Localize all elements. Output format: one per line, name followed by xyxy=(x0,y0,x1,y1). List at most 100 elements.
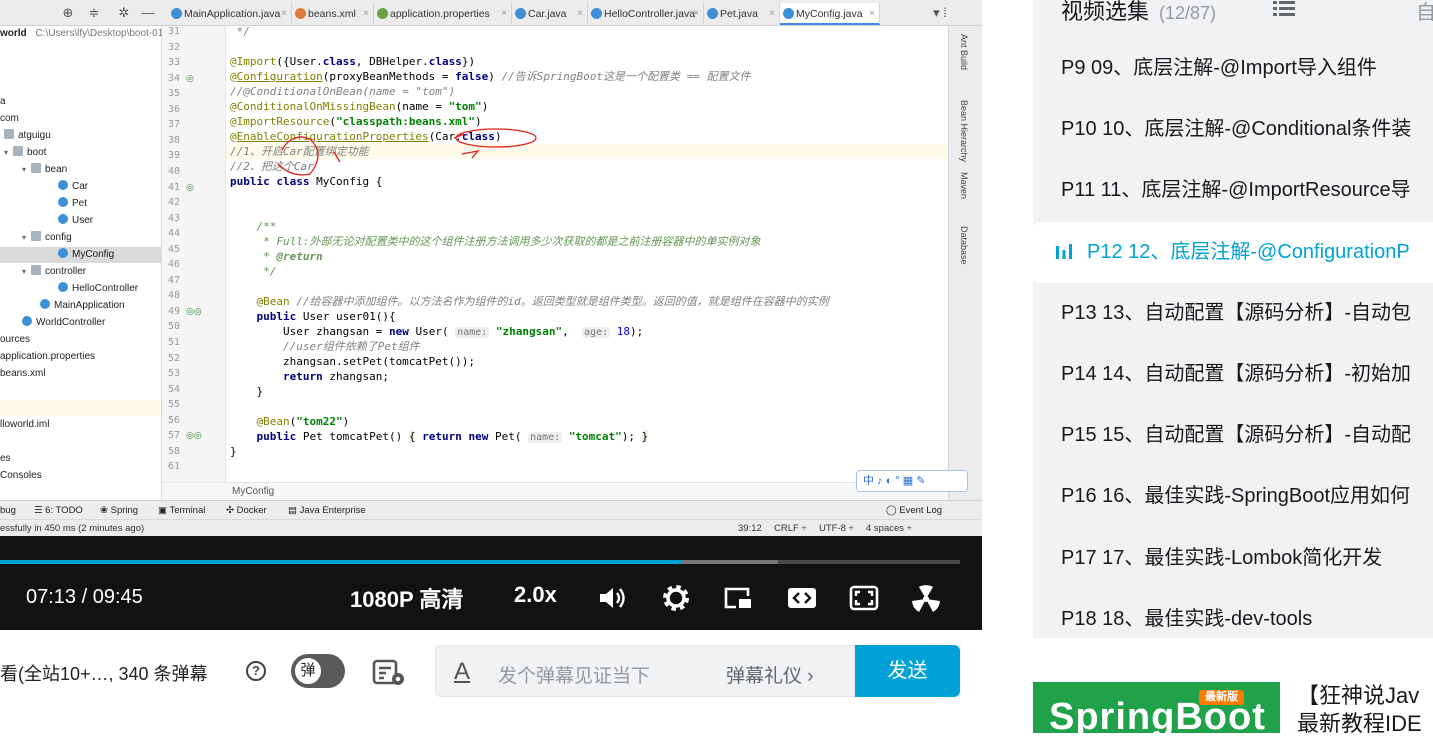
tree-item-label: MyConfig xyxy=(72,249,115,260)
expand-chevron-icon[interactable]: ▾ xyxy=(4,145,13,161)
recommendation-thumbnail[interactable]: SpringBoot 最新版 xyxy=(1033,682,1280,733)
tree-item[interactable] xyxy=(0,400,161,416)
volume-icon[interactable] xyxy=(596,582,628,614)
close-icon[interactable]: × xyxy=(281,3,287,25)
bean-gutter-icon[interactable]: ◎ xyxy=(186,73,194,84)
episode-item[interactable]: P13 13、自动配置【源码分析】-自动包 xyxy=(1033,283,1433,344)
expand-chevron-icon[interactable]: ▾ xyxy=(22,264,31,280)
bean-gutter-icon[interactable]: ◎◎ xyxy=(186,430,202,441)
tool-terminal[interactable]: ▣ Terminal xyxy=(158,501,205,520)
target-icon[interactable]: ⊕ xyxy=(60,5,76,21)
tool-todo[interactable]: ☰ 6: TODO xyxy=(34,501,83,520)
tree-item[interactable]: MyConfig xyxy=(0,247,161,263)
tree-item[interactable]: atguigu xyxy=(0,128,161,144)
episode-item[interactable]: P11 11、底层注解-@ImportResource导 xyxy=(1033,160,1433,221)
fullscreen-icon[interactable] xyxy=(848,582,880,614)
tree-item[interactable]: ▾ controller xyxy=(0,264,161,280)
tool-docker[interactable]: ✣ Docker xyxy=(226,501,267,520)
editor-tab[interactable]: application.properties × xyxy=(374,3,512,25)
close-icon[interactable]: × xyxy=(769,3,775,25)
tool-ant-build[interactable]: Ant Build xyxy=(959,34,969,70)
tool-event-log[interactable]: ◯ Event Log xyxy=(886,501,942,520)
episode-item[interactable]: P17 17、最佳实践-Lombok简化开发 xyxy=(1033,528,1433,589)
tool-database[interactable]: Database xyxy=(959,226,969,265)
send-button[interactable]: 发送 xyxy=(855,645,960,697)
tree-item[interactable]: Car xyxy=(0,179,161,195)
danmaku-input[interactable]: A 发个弹幕见证当下 弹幕礼仪 › xyxy=(435,645,855,697)
episode-item[interactable]: P12 12、底层注解-@ConfigurationP xyxy=(1033,221,1433,283)
episode-item[interactable]: P9 09、底层注解-@Import导入组件 xyxy=(1033,38,1433,99)
editor-tab[interactable]: HelloController.java × xyxy=(588,3,704,25)
editor-tab[interactable]: Car.java × xyxy=(512,3,588,25)
danmaku-settings-icon[interactable] xyxy=(372,658,408,688)
tree-item[interactable]: User xyxy=(0,213,161,229)
tree-item[interactable]: application.properties xyxy=(0,349,161,365)
episode-item[interactable]: P10 10、底层注解-@Conditional条件装 xyxy=(1033,99,1433,160)
pip-icon[interactable] xyxy=(722,582,754,614)
breadcrumb[interactable]: MyConfig xyxy=(162,482,948,500)
tree-item[interactable]: ources xyxy=(0,332,161,348)
danmaku-toggle[interactable]: 弹 xyxy=(291,654,345,688)
editor-tab[interactable]: MyConfig.java × xyxy=(780,3,880,25)
tool-maven[interactable]: Maven xyxy=(959,172,969,199)
tool-java-enterprise[interactable]: ▤ Java Enterprise xyxy=(288,501,366,520)
tree-item[interactable]: MainApplication xyxy=(0,298,161,314)
status-indent[interactable]: 4 spaces ÷ xyxy=(866,520,912,537)
tree-item[interactable]: ▾ config xyxy=(0,230,161,246)
close-icon[interactable]: × xyxy=(577,3,583,25)
sidebar-auto-toggle[interactable]: 自 xyxy=(1416,0,1433,25)
progress-bar[interactable] xyxy=(0,560,960,564)
episode-item[interactable]: P14 14、自动配置【源码分析】-初始加 xyxy=(1033,344,1433,405)
tree-item[interactable]: lloworld.iml xyxy=(0,417,161,433)
close-icon[interactable]: × xyxy=(363,3,369,25)
font-style-icon[interactable]: A xyxy=(454,658,470,686)
danmaku-etiquette-link[interactable]: 弹幕礼仪 › xyxy=(726,661,814,688)
tree-item[interactable] xyxy=(0,434,161,450)
episode-item[interactable]: P15 15、自动配置【源码分析】-自动配 xyxy=(1033,405,1433,466)
tool-bean-hierarchy[interactable]: Bean Hierarchy xyxy=(959,100,969,162)
episode-item[interactable]: P16 16、最佳实践-SpringBoot应用如何 xyxy=(1033,466,1433,527)
list-view-icon[interactable] xyxy=(1273,0,1295,18)
tabs-more-icon[interactable]: ▾ ⁞ xyxy=(928,5,952,21)
expand-chevron-icon[interactable]: ▾ xyxy=(22,230,31,246)
tree-item[interactable]: a xyxy=(0,94,161,110)
radiation-icon[interactable] xyxy=(910,582,942,614)
status-caret-position[interactable]: 39:12 xyxy=(738,520,762,537)
editor-tab[interactable]: beans.xml × xyxy=(292,3,374,25)
editor-tab[interactable]: MainApplication.java × xyxy=(168,3,292,25)
tree-item[interactable]: com xyxy=(0,111,161,127)
help-icon[interactable]: ? xyxy=(246,661,266,681)
ime-toolbar[interactable]: 中 ♪ ◐ ° ▦ ✎ xyxy=(856,470,968,492)
settings-icon[interactable] xyxy=(660,582,692,614)
tool-debug[interactable]: bug xyxy=(0,501,16,520)
tree-item[interactable]: Pet xyxy=(0,196,161,212)
status-line-separator[interactable]: CRLF ÷ xyxy=(774,520,807,537)
close-icon[interactable]: × xyxy=(869,3,875,23)
close-icon[interactable]: × xyxy=(693,3,699,25)
minimize-icon[interactable]: — xyxy=(140,5,156,21)
tree-item[interactable] xyxy=(0,383,161,399)
gear-icon[interactable]: ✲ xyxy=(116,5,132,21)
code-editor[interactable]: */ @Import({User.class, DBHelper.class})… xyxy=(226,26,948,482)
expand-chevron-icon[interactable]: ▾ xyxy=(22,162,31,178)
tree-item[interactable]: ▾ bean xyxy=(0,162,161,178)
tree-item[interactable]: ▾ boot xyxy=(0,145,161,161)
bean-gutter-icon[interactable]: ◎ xyxy=(186,182,194,193)
tool-spring[interactable]: ❀ Spring xyxy=(100,501,138,520)
tree-item[interactable]: WorldController xyxy=(0,315,161,331)
widescreen-icon[interactable] xyxy=(786,582,818,614)
tree-item[interactable]: beans.xml xyxy=(0,366,161,382)
episode-item[interactable]: P18 18、最佳实践-dev-tools xyxy=(1033,589,1433,638)
quality-button[interactable]: 1080P 高清 xyxy=(350,582,463,614)
close-icon[interactable]: × xyxy=(501,3,507,25)
status-encoding[interactable]: UTF-8 ÷ xyxy=(819,520,854,537)
collapse-icon[interactable]: ≑ xyxy=(86,5,102,21)
speed-button[interactable]: 2.0x xyxy=(514,582,557,608)
tree-item[interactable]: Consoles xyxy=(0,468,161,484)
project-root[interactable]: world C:\Users\lfy\Desktop\boot-01- xyxy=(0,26,167,42)
tree-item[interactable]: HelloController xyxy=(0,281,161,297)
bean-gutter-icon[interactable]: ◎◎ xyxy=(186,306,202,317)
recommendation-title[interactable]: 【狂神说Jav 最新教程IDE xyxy=(1297,682,1433,738)
editor-tab[interactable]: Pet.java × xyxy=(704,3,780,25)
tree-item[interactable]: es xyxy=(0,451,161,467)
